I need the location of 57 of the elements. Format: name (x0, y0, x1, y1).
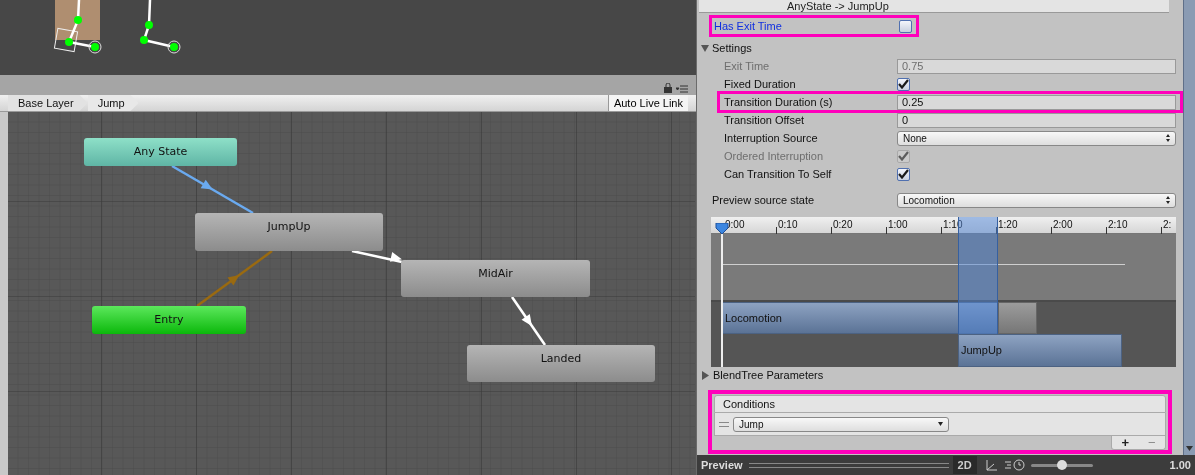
field-label: Interruption Source (724, 130, 819, 146)
speed-reading: 1.00 (1169, 457, 1191, 473)
field-label: Can Transition To Self (724, 166, 833, 182)
lock-icon[interactable] (664, 83, 672, 93)
clip-tail (998, 302, 1037, 334)
animation-clip[interactable]: Locomotion (722, 302, 998, 334)
add-condition-button[interactable]: + (1121, 436, 1130, 449)
time-tick: 2:00 (1053, 219, 1073, 230)
section-header[interactable]: Settings (712, 39, 752, 57)
section-header[interactable]: BlendTree Parameters (713, 366, 824, 384)
parameter-dropdown[interactable]: Jump (733, 416, 949, 432)
time-tick: 2: (1163, 219, 1172, 230)
drag-handle-icon[interactable] (719, 421, 729, 427)
speed-slider[interactable] (1030, 459, 1093, 471)
time-tick: 0:20 (833, 219, 853, 230)
checkbox[interactable] (897, 77, 910, 91)
2d-toggle-button[interactable]: 2D (952, 456, 977, 474)
transition-title: AnyState -> JumpUp (787, 0, 889, 12)
menu-icon[interactable] (676, 85, 688, 93)
field-label: Transition Duration (s) (724, 94, 834, 110)
checkbox[interactable] (897, 167, 910, 181)
number-field[interactable]: 0.25 (897, 94, 1176, 110)
dropdown[interactable]: None (897, 130, 1176, 146)
state-node[interactable]: Entry (92, 306, 246, 334)
pivot-axes-icon[interactable] (983, 458, 998, 472)
conditions-header: Conditions (714, 395, 1166, 413)
animation-clip[interactable]: JumpUp (958, 334, 1122, 367)
state-node[interactable]: JumpUp (195, 213, 383, 251)
checkbox[interactable] (899, 19, 912, 33)
field-label: Has Exit Time (714, 18, 783, 34)
field-label: Preview source state (712, 192, 816, 208)
time-tick: 0:10 (778, 219, 798, 230)
state-node[interactable]: Landed (467, 345, 655, 382)
dropdown-arrows-icon (1166, 134, 1170, 142)
time-tick: 2:10 (1108, 219, 1128, 230)
time-tick: 1:00 (888, 219, 908, 230)
state-node[interactable]: Any State (84, 138, 237, 166)
state-node[interactable]: MidAir (401, 260, 590, 297)
auto-live-link-button[interactable]: Auto Live Link (607, 95, 688, 111)
dropdown-arrows-icon (1166, 196, 1170, 204)
caret-icon (938, 422, 943, 426)
scrollbar[interactable] (1183, 0, 1195, 455)
field-label: Transition Offset (724, 112, 806, 128)
transition-arrow[interactable] (171, 164, 254, 215)
speed-clock-icon (1004, 459, 1027, 471)
slider-thumb[interactable] (1056, 460, 1067, 470)
breadcrumb-item[interactable]: Base Layer (8, 95, 88, 111)
preview-title: Preview (701, 457, 743, 473)
expand-triangle-icon[interactable] (701, 370, 709, 380)
field-label: Exit Time (724, 58, 771, 74)
expand-triangle-icon[interactable] (701, 44, 709, 52)
dropdown[interactable]: Locomotion (897, 192, 1176, 208)
field-label: Fixed Duration (724, 76, 797, 92)
time-tick: 1:20 (998, 219, 1018, 230)
field-label: Ordered Interruption (724, 148, 825, 164)
scroll-down-icon[interactable] (1186, 446, 1193, 451)
breadcrumb-item[interactable]: Jump (87, 95, 139, 111)
